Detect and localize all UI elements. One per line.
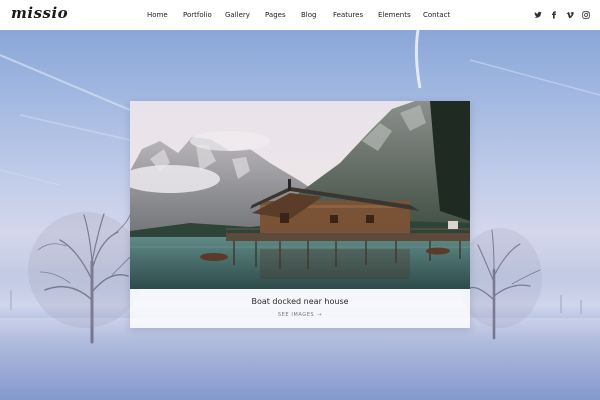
nav-item-blog[interactable]: Blog	[301, 11, 316, 19]
nav-item-home[interactable]: Home	[147, 11, 168, 19]
featured-gallery-card[interactable]	[130, 101, 470, 328]
featured-image[interactable]	[130, 101, 470, 289]
arrow-right-icon[interactable]: →	[317, 312, 322, 318]
lake-boathouse-photo	[130, 101, 470, 289]
see-images-link[interactable]: SEE IMAGES →	[0, 312, 600, 318]
facebook-icon[interactable]	[550, 11, 558, 19]
nav-item-elements[interactable]: Elements	[378, 11, 411, 19]
nav-item-gallery[interactable]: Gallery	[225, 11, 250, 19]
instagram-icon[interactable]	[582, 11, 590, 19]
nav-item-pages[interactable]: Pages	[265, 11, 286, 19]
vimeo-icon[interactable]	[566, 11, 574, 19]
nav-item-contact[interactable]: Contact	[423, 11, 450, 19]
twitter-icon[interactable]	[534, 11, 542, 19]
card-title: Boat docked near house	[251, 297, 349, 306]
see-images-label[interactable]: SEE IMAGES	[278, 312, 314, 318]
site-header: missio Home Portfolio Gallery Pages Blog…	[0, 0, 600, 30]
social-links	[534, 0, 590, 30]
nav-item-features[interactable]: Features	[333, 11, 363, 19]
nav-item-portfolio[interactable]: Portfolio	[183, 11, 212, 19]
site-logo[interactable]: missio	[11, 4, 68, 22]
